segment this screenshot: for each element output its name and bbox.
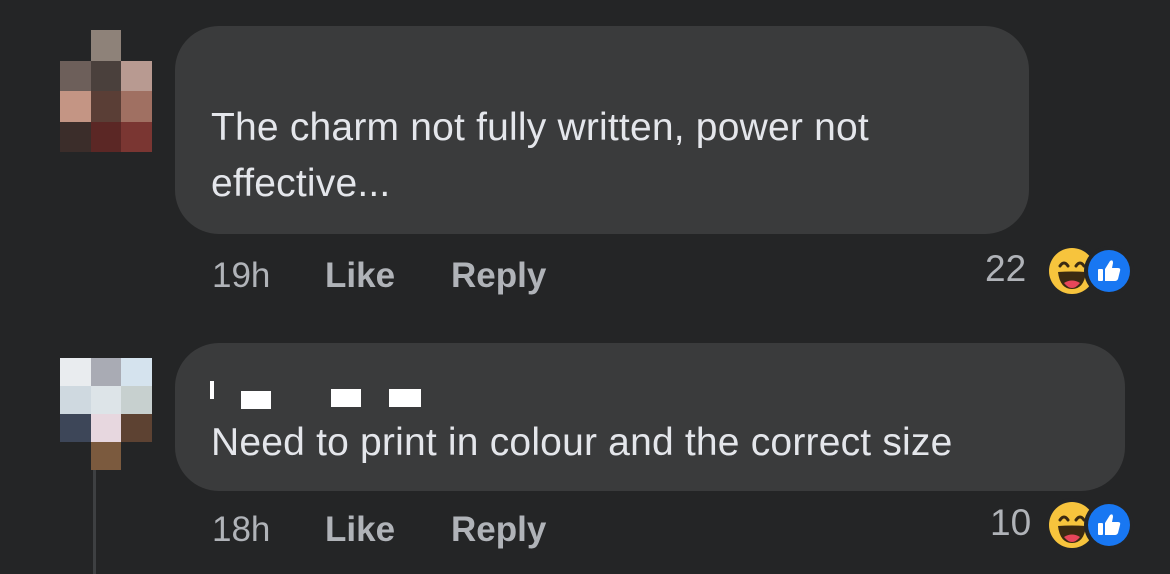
comment-text: Need to print in colour and the correct …	[211, 421, 953, 464]
reaction-count: 22	[985, 248, 1027, 289]
avatar[interactable]	[60, 358, 152, 470]
comment-text-line-2: effective...	[211, 162, 391, 205]
like-button[interactable]: Like	[325, 256, 395, 296]
comment-2: Need to print in colour and the correct …	[0, 300, 1170, 574]
reply-button[interactable]: Reply	[451, 256, 546, 296]
like-button[interactable]: Like	[325, 510, 395, 550]
like-icon	[1084, 500, 1134, 550]
like-icon	[1084, 246, 1134, 296]
comment-text-line-1: The charm not fully written, power not	[211, 106, 869, 149]
timestamp[interactable]: 19h	[212, 256, 270, 296]
timestamp[interactable]: 18h	[212, 510, 270, 550]
comment-1: The charm not fully written, power not e…	[0, 0, 1170, 300]
name-redaction	[210, 381, 214, 399]
name-redaction	[331, 389, 361, 407]
comment-bubble: Need to print in colour and the correct …	[175, 343, 1125, 491]
reply-button[interactable]: Reply	[451, 510, 546, 550]
avatar[interactable]	[60, 30, 152, 152]
name-redaction	[389, 389, 421, 407]
author-name[interactable]	[205, 44, 217, 50]
name-redaction	[241, 391, 271, 409]
reaction-summary[interactable]: 22	[985, 244, 1150, 298]
reaction-summary[interactable]: 10	[990, 498, 1150, 552]
comment-bubble: The charm not fully written, power not e…	[175, 26, 1029, 234]
reaction-count: 10	[990, 502, 1032, 543]
reply-thread-line	[93, 470, 96, 574]
